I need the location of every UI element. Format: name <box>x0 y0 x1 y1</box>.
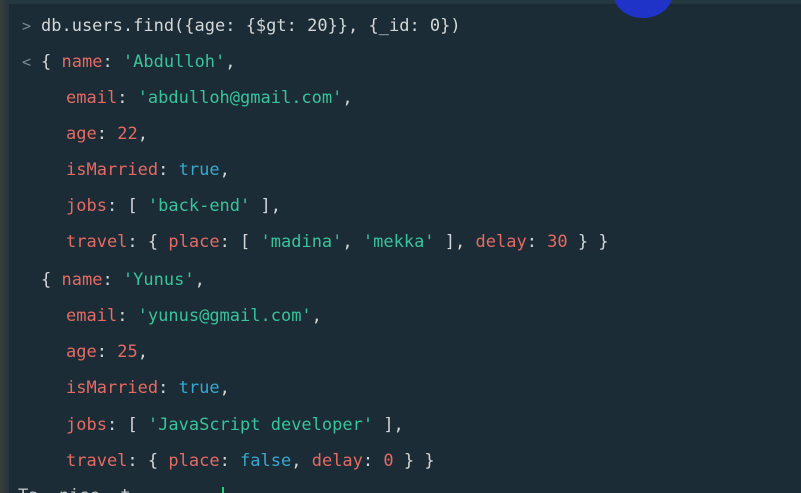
key-place: place <box>168 232 220 252</box>
key-jobs: jobs <box>66 196 107 216</box>
doc2-ismarried-line: isMarried: true, <box>66 378 230 398</box>
key-name: name <box>61 270 103 290</box>
next-prompt-line[interactable]: Ta nise t <box>0 478 224 493</box>
doc2-jobs-line: jobs: [ 'JavaScript developer' ], <box>66 415 404 435</box>
key-delay: delay <box>311 451 363 471</box>
doc1-jobs-value: 'back-end' <box>147 196 251 216</box>
doc1-travel-line: travel: { place: [ 'madina', 'mekka' ], … <box>66 232 609 252</box>
result-chevron-icon: < <box>22 53 32 71</box>
doc2-name-line: { name: 'Yunus', <box>41 270 205 290</box>
doc2-age-line: age: 25, <box>66 342 148 362</box>
next-prompt-text: Ta nise t <box>18 478 151 493</box>
top-bar <box>0 0 801 4</box>
key-ismarried: isMarried <box>66 378 159 398</box>
doc1-name-line: < { name: 'Abdulloh', <box>0 44 236 80</box>
doc1-delay-value: 30 <box>547 232 568 252</box>
key-age: age <box>66 124 97 144</box>
key-jobs: jobs <box>66 415 107 435</box>
key-place: place <box>168 451 220 471</box>
doc2-email-line: email: 'yunus@gmail.com', <box>66 306 322 326</box>
key-age: age <box>66 342 97 362</box>
doc1-age-value: 22 <box>117 124 138 144</box>
prompt-chevron-icon: > <box>22 17 32 35</box>
doc2-jobs-value: 'JavaScript developer' <box>147 415 374 435</box>
mouse-cursor-highlight <box>614 0 672 18</box>
doc2-email-value: 'yunus@gmail.com' <box>137 306 312 326</box>
doc1-ismarried-line: isMarried: true, <box>66 160 230 180</box>
command-line: > db.users.find({age: {$gt: 20}}, {_id: … <box>0 8 461 44</box>
doc1-place-2: 'mekka' <box>362 232 435 252</box>
key-travel: travel <box>66 451 128 471</box>
doc1-email-line: email: 'abdulloh@gmail.com', <box>66 88 353 108</box>
doc1-email-value: 'abdulloh@gmail.com' <box>137 88 343 108</box>
doc2-travel-line: travel: { place: false, delay: 0 } } <box>66 451 435 471</box>
key-delay: delay <box>475 232 527 252</box>
text-caret <box>222 487 224 493</box>
doc1-jobs-line: jobs: [ 'back-end' ], <box>66 196 281 216</box>
key-name: name <box>61 52 103 72</box>
doc1-name-value: 'Abdulloh' <box>122 52 226 72</box>
key-email: email <box>66 306 118 326</box>
mongo-shell-console[interactable]: > db.users.find({age: {$gt: 20}}, {_id: … <box>0 0 801 493</box>
doc1-age-line: age: 22, <box>66 124 148 144</box>
command-text: db.users.find({age: {$gt: 20}}, {_id: 0}… <box>41 16 461 36</box>
key-email: email <box>66 88 118 108</box>
doc1-place-1: 'madina' <box>260 232 343 252</box>
doc2-place-value: false <box>240 451 292 471</box>
doc2-name-value: 'Yunus' <box>122 270 195 290</box>
key-ismarried: isMarried <box>66 160 159 180</box>
doc1-ismarried-value: true <box>178 160 220 180</box>
doc2-ismarried-value: true <box>178 378 220 398</box>
doc2-delay-value: 0 <box>383 451 394 471</box>
key-travel: travel <box>66 232 128 252</box>
doc2-age-value: 25 <box>117 342 138 362</box>
